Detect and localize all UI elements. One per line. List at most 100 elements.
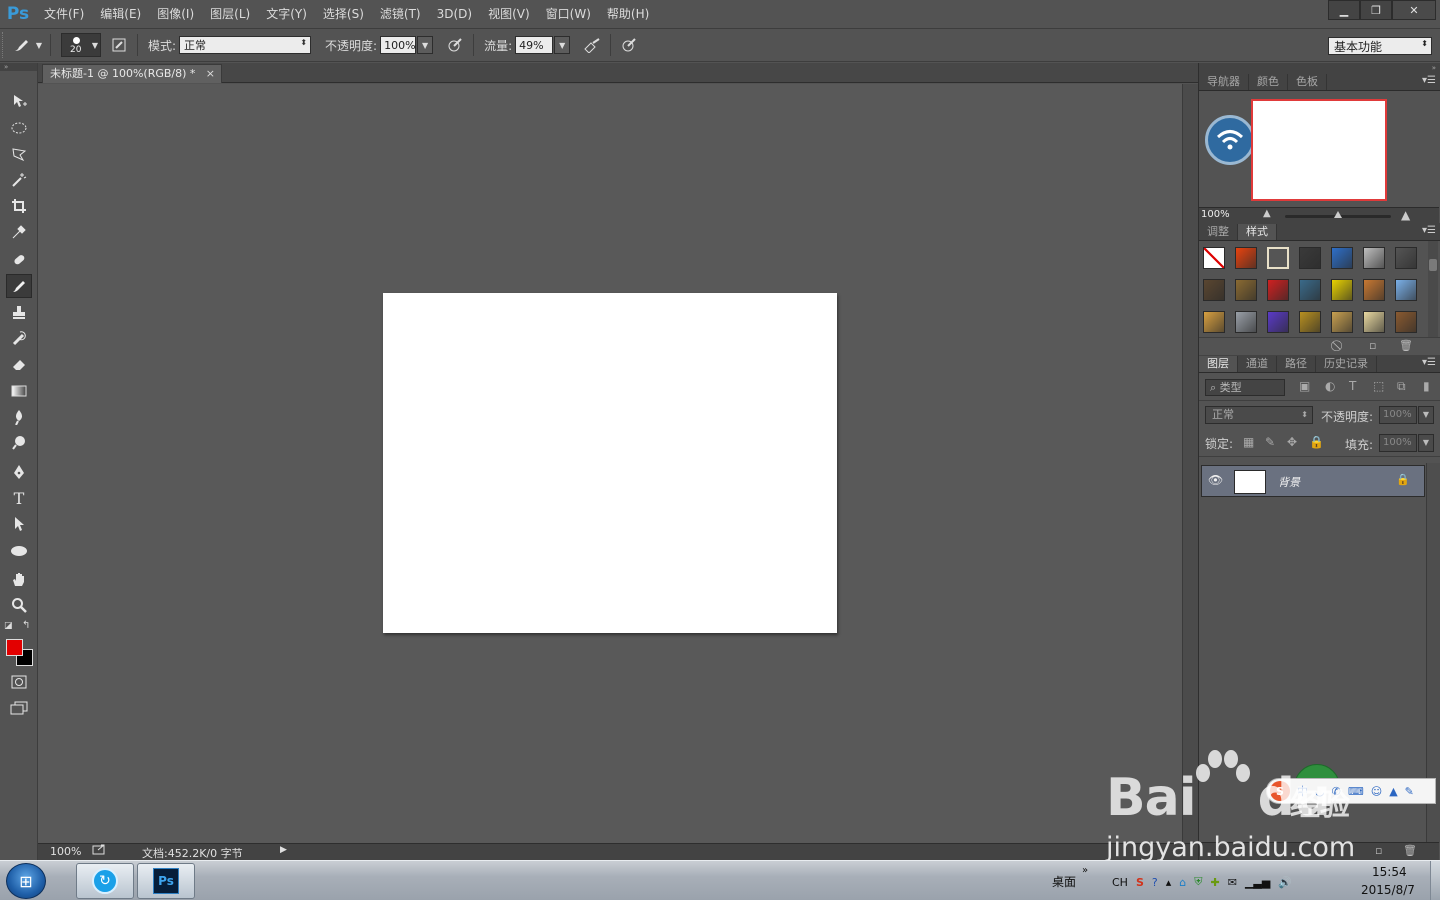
pressure-opacity-icon[interactable] [443, 33, 467, 57]
zoom-in-icon[interactable]: ▲ [1401, 208, 1410, 222]
delete-style-icon[interactable]: 🗑 [1399, 339, 1413, 352]
menu-view[interactable]: 视图(V) [480, 0, 538, 28]
layer-opacity-input[interactable]: 100% [1379, 406, 1417, 424]
eraser-icon[interactable] [6, 352, 32, 376]
tray-help-icon[interactable]: ? [1152, 876, 1158, 889]
style-swatch[interactable] [1203, 279, 1225, 301]
restore-button[interactable]: ❐ [1360, 0, 1392, 20]
brush-panel-toggle-icon[interactable] [107, 33, 131, 57]
style-swatch[interactable] [1331, 311, 1353, 333]
mode-select[interactable]: 正常 ⬍ [179, 36, 312, 54]
new-style-icon[interactable]: ▫ [1369, 339, 1376, 352]
layer-opacity-dropdown[interactable]: ▼ [1418, 406, 1434, 424]
fill-dropdown[interactable]: ▼ [1418, 434, 1434, 452]
style-swatch[interactable] [1267, 247, 1289, 269]
navigator-zoom-value[interactable]: 100% [1201, 209, 1230, 220]
tab-history[interactable]: 历史记录 [1316, 356, 1377, 372]
ellipse-shape-icon[interactable] [6, 539, 32, 563]
style-swatch[interactable] [1299, 311, 1321, 333]
hand-tool-icon[interactable] [6, 567, 32, 591]
style-swatch[interactable] [1363, 247, 1385, 269]
lock-transparent-icon[interactable]: ▦ [1243, 435, 1254, 449]
style-swatch[interactable] [1299, 279, 1321, 301]
style-swatch[interactable] [1363, 279, 1385, 301]
taskbar-app-photoshop[interactable]: Ps [137, 863, 195, 899]
document-tab[interactable]: 未标题-1 @ 100%(RGB/8) * × [42, 64, 222, 83]
styles-scrollbar[interactable] [1428, 241, 1438, 337]
tab-styles[interactable]: 样式 [1238, 224, 1277, 240]
menu-3d[interactable]: 3D(D) [429, 0, 480, 28]
filter-toggle-icon[interactable]: ▮ [1423, 379, 1430, 393]
style-swatch[interactable] [1203, 247, 1225, 269]
fill-input[interactable]: 100% [1379, 434, 1417, 452]
lock-image-icon[interactable]: ✎ [1265, 435, 1275, 449]
minimize-button[interactable]: ▁ [1328, 0, 1360, 20]
filter-adjustment-icon[interactable]: ◐ [1325, 379, 1335, 393]
tab-navigator[interactable]: 导航器 [1199, 74, 1249, 90]
style-swatch[interactable] [1235, 279, 1257, 301]
brush-preset-picker[interactable]: 20 ▼ [61, 33, 101, 57]
gradient-tool-icon[interactable] [6, 379, 32, 403]
layer-thumbnail[interactable] [1234, 470, 1266, 494]
pressure-size-icon[interactable] [617, 33, 641, 57]
document-canvas[interactable] [383, 293, 837, 633]
blend-mode-select[interactable]: 正常 ⬍ [1205, 406, 1313, 424]
eyedropper-icon[interactable] [6, 220, 32, 244]
style-swatch[interactable] [1395, 247, 1417, 269]
tray-security-icon[interactable]: ⛨ [1194, 875, 1202, 889]
tray-expand-icon[interactable]: ▴ [1166, 876, 1172, 889]
filter-type-icon[interactable]: T [1349, 379, 1356, 393]
tray-language[interactable]: CH [1112, 876, 1128, 889]
move-tool-icon[interactable] [6, 89, 32, 113]
panel-menu-icon[interactable]: ▾☰ [1422, 357, 1436, 368]
layer-filter-kind-select[interactable]: ⌕ 类型 [1205, 379, 1285, 396]
dodge-tool-icon[interactable] [6, 431, 32, 455]
healing-brush-icon[interactable] [6, 248, 32, 272]
layer-row-background[interactable]: 👁 背景 🔒 [1201, 465, 1425, 497]
tab-channels[interactable]: 通道 [1238, 356, 1277, 372]
clock-time[interactable]: 15:54 [1372, 865, 1407, 879]
toolbox-collapse-icon[interactable]: » [0, 63, 37, 71]
layer-name[interactable]: 背景 [1278, 474, 1300, 490]
panel-menu-icon[interactable]: ▾☰ [1422, 225, 1436, 236]
menu-select[interactable]: 选择(S) [315, 0, 372, 28]
lock-position-icon[interactable]: ✥ [1287, 435, 1297, 449]
navigator-preview[interactable] [1251, 99, 1387, 201]
ime-skin-icon[interactable]: ▲ [1389, 785, 1397, 798]
foreground-color-swatch[interactable] [6, 639, 23, 656]
status-zoom-level[interactable]: 100% [50, 845, 81, 858]
screen-mode-icon[interactable] [6, 696, 32, 720]
tray-app-icon[interactable]: ✚ [1211, 876, 1220, 889]
tray-mail-icon[interactable]: ✉ [1228, 876, 1237, 889]
dock-collapse-icon[interactable]: » [1199, 63, 1440, 73]
style-swatch[interactable] [1267, 311, 1289, 333]
scrollbar-thumb[interactable] [1429, 259, 1437, 271]
filter-shape-icon[interactable]: ⬚ [1373, 379, 1384, 393]
menu-type[interactable]: 文字(Y) [258, 0, 315, 28]
style-swatch[interactable] [1203, 311, 1225, 333]
taskbar-app-browser[interactable]: ↻ [76, 863, 134, 899]
ime-settings-icon[interactable]: ✎ [1405, 785, 1414, 798]
blur-tool-icon[interactable] [6, 405, 32, 429]
style-swatch[interactable] [1235, 247, 1257, 269]
menu-filter[interactable]: 滤镜(T) [372, 0, 429, 28]
tab-paths[interactable]: 路径 [1277, 356, 1316, 372]
brush-tool-preset-icon[interactable] [10, 33, 34, 57]
magic-wand-icon[interactable] [6, 168, 32, 192]
workspace-select[interactable]: 基本功能 ⬍ [1328, 37, 1432, 55]
menu-edit[interactable]: 编辑(E) [92, 0, 149, 28]
tab-swatches[interactable]: 色板 [1288, 74, 1327, 90]
lock-all-icon[interactable]: 🔒 [1309, 435, 1324, 449]
chevron-right-icon[interactable]: » [1082, 865, 1088, 876]
zoom-tool-icon[interactable] [6, 593, 32, 617]
tray-volume-icon[interactable]: 🔊 [1278, 876, 1292, 889]
show-desktop-button[interactable] [1430, 861, 1440, 900]
lasso-ellipse-marquee-icon[interactable] [6, 116, 32, 140]
close-button[interactable]: ✕ [1392, 0, 1436, 20]
tray-signal-icon[interactable]: ▁▃▅ [1245, 876, 1270, 889]
tray-network-icon[interactable]: ⌂ [1179, 876, 1186, 889]
flow-dropdown[interactable]: ▼ [554, 36, 571, 54]
panel-menu-icon[interactable]: ▾☰ [1422, 75, 1436, 86]
ime-user-icon[interactable]: ☺ [1371, 785, 1382, 798]
opacity-dropdown[interactable]: ▼ [417, 36, 434, 54]
